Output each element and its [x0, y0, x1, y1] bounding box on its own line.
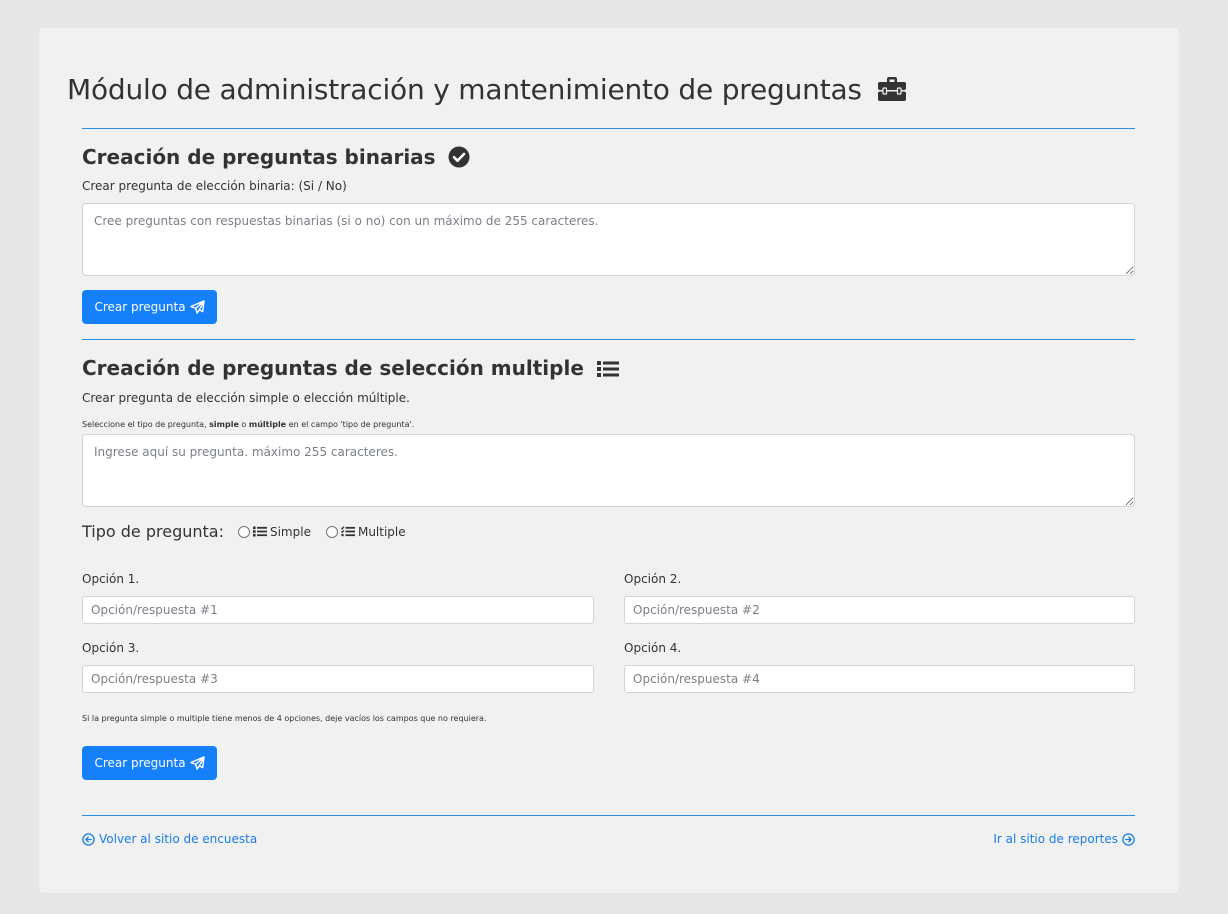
type-simple-option[interactable]: Simple [237, 524, 311, 539]
divider-bottom [82, 815, 1135, 816]
list-icon [252, 526, 267, 537]
divider-top [82, 128, 1135, 129]
option-2-label: Opción 2. [624, 572, 682, 586]
type-multiple-label: Multiple [357, 524, 406, 539]
option-3-label: Opción 3. [82, 641, 140, 655]
binary-subtitle: Crear pregunta de elección binaria: (Si … [82, 179, 347, 193]
multiple-hint: Seleccione el tipo de pregunta, simple o… [82, 420, 414, 429]
option-4-input[interactable] [624, 665, 1135, 693]
type-simple-label: Simple [269, 524, 311, 539]
option-2-input[interactable] [624, 596, 1135, 624]
arrow-circle-left-icon [82, 832, 95, 846]
multiple-subtitle: Crear pregunta de elección simple o elec… [82, 391, 410, 405]
type-multiple-radio[interactable] [325, 525, 338, 538]
page-title-text: Módulo de administración y mantenimiento… [67, 73, 862, 106]
back-to-survey-label: Volver al sitio de encuesta [99, 832, 258, 846]
binary-section-title: Creación de preguntas binarias [82, 145, 470, 169]
multiple-section-title-text: Creación de preguntas de selección multi… [82, 356, 584, 380]
option-4-label: Opción 4. [624, 641, 682, 655]
divider-middle [82, 339, 1135, 340]
check-circle-icon [448, 146, 470, 168]
paper-plane-icon [189, 756, 205, 770]
multiple-section-title: Creación de preguntas de selección multi… [82, 356, 620, 380]
arrow-circle-right-icon [1122, 832, 1135, 846]
multiple-hint-simple: simple [209, 420, 239, 429]
multiple-hint-prefix: Seleccione el tipo de pregunta, [82, 420, 210, 429]
back-to-survey-link[interactable]: Volver al sitio de encuesta [82, 832, 257, 846]
toolbox-icon [877, 77, 906, 101]
question-type-label: Tipo de pregunta: [82, 522, 224, 541]
option-3-input[interactable] [82, 665, 594, 693]
create-multiple-question-label: Crear pregunta [94, 756, 186, 770]
multiple-question-textarea[interactable] [82, 434, 1135, 507]
question-type-row: Tipo de pregunta: Simple Multiple [82, 522, 421, 541]
go-to-reports-label: Ir al sitio de reportes [993, 832, 1118, 846]
list-check-icon [340, 526, 355, 537]
binary-question-textarea[interactable] [82, 203, 1135, 276]
admin-card: Módulo de administración y mantenimiento… [39, 28, 1179, 893]
multiple-hint-suffix: en el campo 'tipo de pregunta'. [286, 420, 415, 429]
options-note: Si la pregunta simple o multiple tiene m… [82, 714, 487, 723]
type-multiple-option[interactable]: Multiple [325, 524, 406, 539]
multiple-hint-multiple: múltiple [248, 420, 287, 429]
create-binary-question-label: Crear pregunta [94, 300, 186, 314]
binary-section-title-text: Creación de preguntas binarias [82, 145, 436, 169]
page-title: Módulo de administración y mantenimiento… [67, 73, 907, 106]
list-icon [596, 361, 619, 377]
type-simple-radio[interactable] [237, 525, 250, 538]
go-to-reports-link[interactable]: Ir al sitio de reportes [993, 832, 1135, 846]
option-1-label: Opción 1. [82, 572, 140, 586]
paper-plane-icon [189, 300, 205, 314]
create-multiple-question-button[interactable]: Crear pregunta [82, 746, 217, 780]
multiple-hint-mid: o [238, 420, 249, 429]
option-1-input[interactable] [82, 596, 594, 624]
create-binary-question-button[interactable]: Crear pregunta [82, 290, 217, 324]
